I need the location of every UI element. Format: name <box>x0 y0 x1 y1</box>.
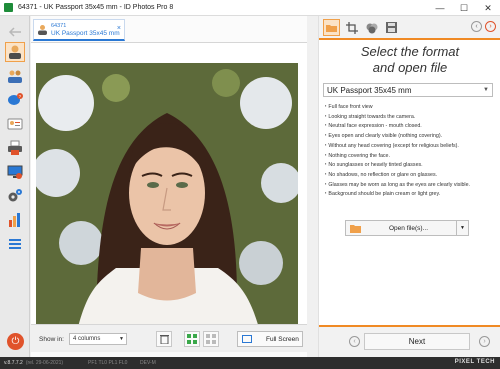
list-item: Neutral face expression - mouth closed. <box>325 121 497 131</box>
back-button[interactable]: ‹ <box>349 336 360 347</box>
open-files-label: Open file(s)... <box>389 224 429 232</box>
statistics-icon[interactable] <box>5 210 25 230</box>
step-toolbar: ‹ › <box>319 16 500 40</box>
full-screen-label: Full Screen <box>266 335 299 343</box>
show-in-label: Show in: <box>39 336 64 343</box>
open-folder-tool-icon[interactable] <box>323 19 340 36</box>
status-info-2: DEV-M <box>140 360 156 366</box>
heading-line-1: Select the format <box>360 44 460 59</box>
title-bar: 64371 - UK Passport 35x45 mm - ID Photos… <box>0 0 500 16</box>
grid-view-icon[interactable] <box>184 331 200 347</box>
id-card-icon[interactable] <box>5 114 25 134</box>
chevron-down-icon: ▼ <box>119 336 124 342</box>
delete-icon[interactable] <box>156 331 172 347</box>
chevron-down-icon: ▼ <box>483 87 489 93</box>
list-item: No sunglasses or heavily tinted glasses. <box>325 160 497 170</box>
list-item: Glasses may be worn as long as the eyes … <box>325 180 497 190</box>
step-heading: Select the format and open file <box>319 44 500 76</box>
heading-line-2: and open file <box>372 60 448 75</box>
company-logo: PIXEL TECH <box>454 359 495 365</box>
list-item: Without any head covering (except for re… <box>325 141 497 151</box>
left-sidebar: ? ⏻ <box>0 16 30 357</box>
color-adjust-tool-icon[interactable] <box>363 19 380 36</box>
step-back-icon[interactable]: ‹ <box>471 21 482 32</box>
status-info-1: PF1 TL0 PL1 FL0 <box>88 360 128 366</box>
employees-icon[interactable] <box>5 66 25 86</box>
requirements-list: Full face front view Looking straight to… <box>325 102 497 199</box>
wizard-footer: ‹ Next › <box>319 327 500 357</box>
full-screen-button[interactable]: Full Screen <box>237 331 303 347</box>
list-item: Nothing covering the face. <box>325 151 497 161</box>
list-item: Full face front view <box>325 102 497 112</box>
passport-person-icon[interactable] <box>5 42 25 62</box>
step-forward-icon[interactable]: › <box>485 21 496 32</box>
folder-icon <box>350 224 361 233</box>
open-files-button[interactable]: Open file(s)... ▼ <box>345 220 469 236</box>
photo-format-value: UK Passport 35x45 mm <box>327 86 412 95</box>
right-panel: ‹ › Select the format and open file UK P… <box>318 16 500 357</box>
back-arrow-icon[interactable] <box>5 22 25 42</box>
portrait-photo[interactable] <box>36 63 298 335</box>
close-button[interactable]: ✕ <box>476 0 500 16</box>
next-button[interactable]: Next <box>364 333 470 350</box>
list-item: Background should be plain cream or ligh… <box>325 189 497 199</box>
version-label: v.8.7.7.2 <box>4 360 23 366</box>
tab-photo-format: UK Passport 35x45 mm <box>51 29 120 37</box>
list-item: Eyes open and clearly visible (nothing c… <box>325 131 497 141</box>
photo-format-select[interactable]: UK Passport 35x45 mm ▼ <box>323 83 493 97</box>
photo-viewer <box>31 42 307 335</box>
photo-toolbar: Show in: 4 columns ▼ Full Screen <box>31 324 307 352</box>
list-item: Looking straight towards the camera. <box>325 112 497 122</box>
maximize-button[interactable]: ☐ <box>452 0 476 16</box>
open-files-dropdown[interactable]: ▼ <box>456 221 468 235</box>
release-label: (rel. 29-06-2021) <box>25 360 64 366</box>
columns-select-value: 4 columns <box>73 336 101 342</box>
minimize-button[interactable]: — <box>428 0 452 16</box>
window-controls: — ☐ ✕ <box>428 0 500 16</box>
printer-icon[interactable] <box>5 138 25 158</box>
power-button[interactable]: ⏻ <box>7 333 24 350</box>
window-title: 64371 - UK Passport 35x45 mm - ID Photos… <box>18 4 174 11</box>
person-thumbnail-icon <box>38 25 47 35</box>
status-bar: v.8.7.7.2 (rel. 29-06-2021) PF1 TL0 PL1 … <box>0 357 500 369</box>
tab-photo-id: 64371 <box>51 22 67 29</box>
forward-button[interactable]: › <box>479 336 490 347</box>
app-logo-icon <box>4 3 13 12</box>
settings-gears-icon[interactable] <box>5 186 25 206</box>
columns-select[interactable]: 4 columns ▼ <box>69 333 127 345</box>
help-chat-icon[interactable]: ? <box>5 90 25 110</box>
save-tool-icon[interactable] <box>383 19 400 36</box>
list-item: No shadows, no reflection or glare on gl… <box>325 170 497 180</box>
full-screen-icon <box>242 335 252 343</box>
tab-photo-document[interactable]: 64371 UK Passport 35x45 mm × <box>33 19 125 41</box>
crop-tool-icon[interactable] <box>343 19 360 36</box>
photo-panel: 64371 UK Passport 35x45 mm × Show in: 4 … <box>31 16 307 357</box>
list-menu-icon[interactable] <box>5 234 25 254</box>
monitor-icon[interactable] <box>5 162 25 182</box>
tab-close-icon[interactable]: × <box>117 25 121 32</box>
grid-view-alt-icon[interactable] <box>203 331 219 347</box>
